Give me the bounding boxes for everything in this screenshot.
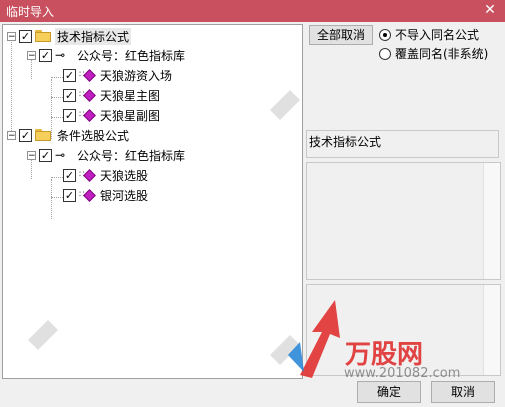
tree-node-label[interactable]: 天狼星主图 bbox=[98, 87, 162, 104]
tree-node-label[interactable]: 天狼选股 bbox=[98, 167, 150, 184]
key-icon: ⊸ bbox=[55, 48, 66, 62]
tree-connector bbox=[51, 97, 63, 98]
node-checkbox[interactable]: ✓ bbox=[39, 148, 52, 162]
tree-node-label[interactable]: 银河选股 bbox=[98, 187, 150, 204]
formula-icon: ∷ bbox=[79, 188, 96, 202]
node-checkbox[interactable]: ✓ bbox=[39, 48, 52, 62]
tree-node-group[interactable]: − ✓ 条件选股公式 bbox=[7, 125, 131, 145]
tree-node-label[interactable]: 公众号：红色指标库 bbox=[75, 147, 187, 164]
close-icon[interactable]: ✕ bbox=[481, 1, 499, 19]
collapse-icon[interactable]: − bbox=[27, 150, 36, 160]
formula-tree: − ✓ 技术指标公式 − ✓ ⊸ 公众号：红色指标库 ✓ ∷ 天狼游资入场 ✓ … bbox=[2, 24, 303, 379]
tree-node-label[interactable]: 天狼游资入场 bbox=[98, 67, 174, 84]
formula-icon: ∷ bbox=[79, 68, 96, 82]
node-checkbox[interactable]: ✓ bbox=[63, 188, 76, 202]
collapse-icon[interactable]: − bbox=[27, 50, 36, 60]
tree-node-formula[interactable]: ✓ ∷ 天狼游资入场 bbox=[63, 65, 174, 85]
radio-label: 覆盖同名(非系统) bbox=[395, 47, 489, 61]
tree-node-group[interactable]: − ✓ 技术指标公式 bbox=[7, 26, 132, 46]
tree-node-formula[interactable]: ✓ ∷ 天狼星主图 bbox=[63, 85, 162, 105]
radio-button[interactable] bbox=[379, 28, 391, 41]
tree-node-author[interactable]: − ✓ ⊸ 公众号：红色指标库 bbox=[27, 145, 187, 165]
import-dialog: 临时导入 ✕ − ✓ 技术指标公式 − ✓ ⊸ 公众号：红色指标库 ✓ ∷ 天狼… bbox=[0, 0, 505, 407]
radio-skip-duplicates[interactable]: 不导入同名公式 bbox=[379, 26, 479, 43]
tree-connector bbox=[51, 197, 63, 198]
tree-connector bbox=[51, 77, 63, 78]
formula-description-area[interactable] bbox=[306, 162, 501, 280]
tree-node-formula[interactable]: ✓ ∷ 天狼选股 bbox=[63, 165, 150, 185]
collapse-icon[interactable]: − bbox=[7, 31, 16, 41]
tree-connector bbox=[51, 177, 63, 178]
formula-icon: ∷ bbox=[79, 168, 96, 182]
tree-connector bbox=[51, 117, 63, 118]
tree-node-label[interactable]: 技术指标公式 bbox=[55, 27, 132, 45]
tree-node-formula[interactable]: ✓ ∷ 银河选股 bbox=[63, 185, 150, 205]
node-checkbox[interactable]: ✓ bbox=[63, 68, 76, 82]
formula-source-area[interactable] bbox=[306, 284, 501, 376]
collapse-icon[interactable]: − bbox=[7, 130, 16, 140]
window-title: 临时导入 bbox=[6, 5, 55, 19]
node-checkbox[interactable]: ✓ bbox=[63, 108, 76, 122]
folder-icon bbox=[35, 129, 51, 141]
tree-connector bbox=[11, 39, 12, 139]
folder-icon bbox=[35, 30, 51, 42]
title-bar: 临时导入 ✕ bbox=[0, 0, 505, 22]
scrollbar[interactable] bbox=[483, 163, 500, 279]
key-icon: ⊸ bbox=[55, 148, 66, 162]
tree-connector bbox=[51, 179, 52, 219]
node-checkbox[interactable]: ✓ bbox=[19, 29, 32, 43]
node-checkbox[interactable]: ✓ bbox=[63, 168, 76, 182]
radio-button[interactable] bbox=[379, 47, 391, 60]
tree-node-label[interactable]: 天狼星副图 bbox=[98, 107, 162, 124]
tree-node-label[interactable]: 条件选股公式 bbox=[55, 127, 131, 144]
formula-icon: ∷ bbox=[79, 88, 96, 102]
tree-node-formula[interactable]: ✓ ∷ 天狼星副图 bbox=[63, 105, 162, 125]
formula-type-label: 技术指标公式 bbox=[306, 130, 499, 158]
tree-node-label[interactable]: 公众号：红色指标库 bbox=[75, 47, 187, 64]
scrollbar[interactable] bbox=[483, 285, 500, 375]
ok-button[interactable]: 确定 bbox=[357, 381, 421, 403]
formula-icon: ∷ bbox=[79, 108, 96, 122]
tree-node-author[interactable]: − ✓ ⊸ 公众号：红色指标库 bbox=[27, 45, 187, 65]
node-checkbox[interactable]: ✓ bbox=[19, 128, 32, 142]
cancel-button[interactable]: 取消 bbox=[431, 381, 495, 403]
radio-label: 不导入同名公式 bbox=[395, 28, 480, 42]
node-checkbox[interactable]: ✓ bbox=[63, 88, 76, 102]
uncheck-all-button[interactable]: 全部取消 bbox=[309, 25, 373, 45]
radio-overwrite-duplicates[interactable]: 覆盖同名(非系统) bbox=[379, 45, 488, 62]
